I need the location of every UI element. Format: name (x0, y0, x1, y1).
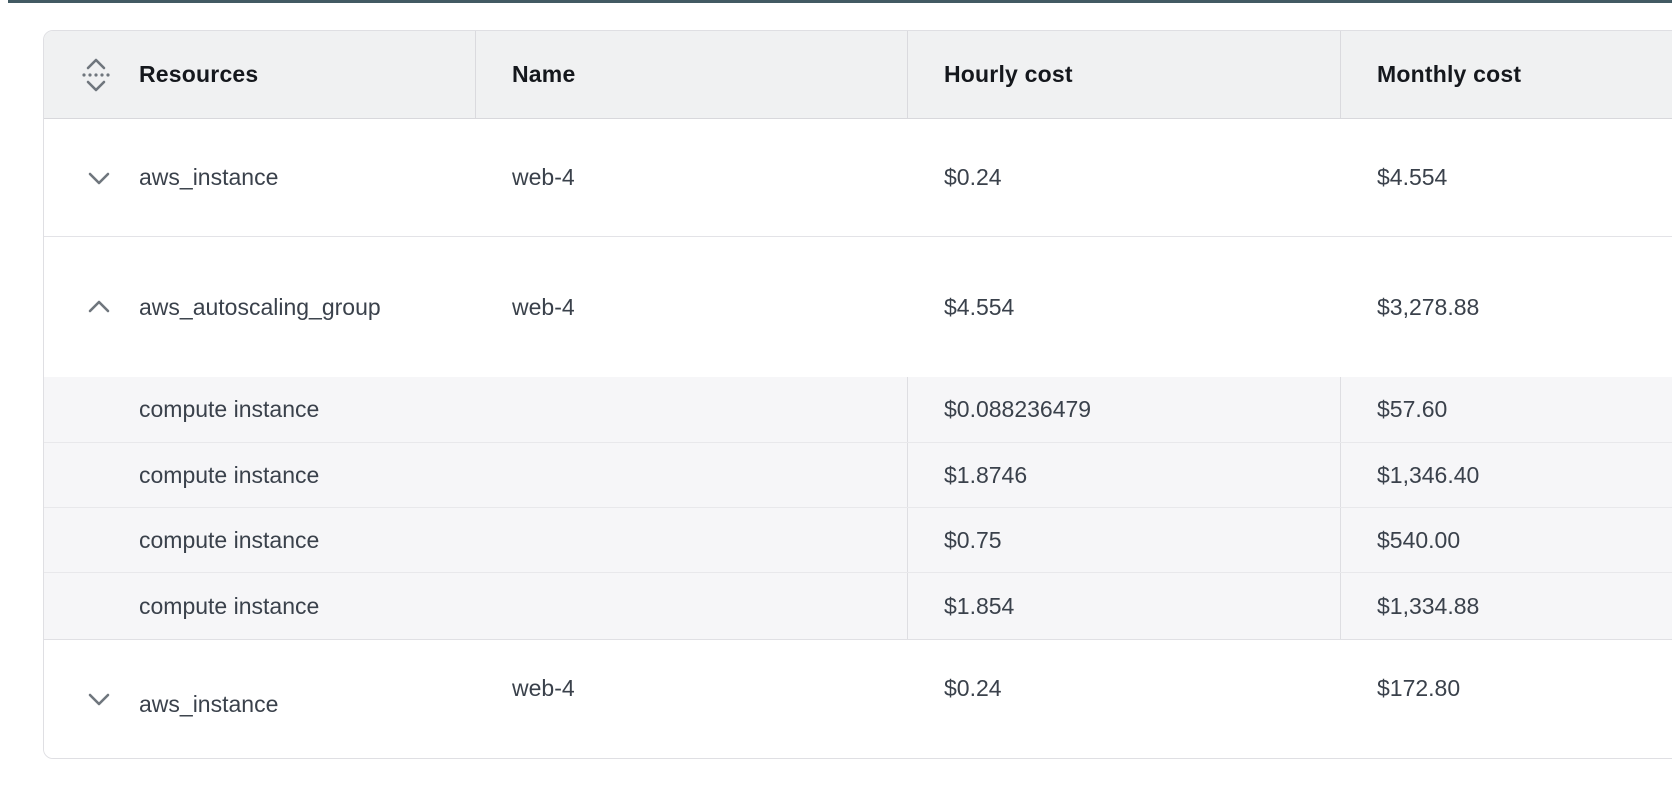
cost-component-row: compute instance $1.854 $1,334.88 (44, 572, 1672, 639)
resource-cell: aws_autoscaling_group (44, 237, 476, 377)
hourly-cost-cell: $0.088236479 (908, 377, 1341, 442)
cost-component-row: compute instance $0.088236479 $57.60 (44, 377, 1672, 442)
column-header-resources-label: Resources (139, 61, 258, 88)
cost-component-label: compute instance (44, 573, 908, 639)
hourly-cost-cell: $1.8746 (908, 443, 1341, 507)
resource-cell: aws_instance (44, 119, 476, 236)
resource-type-label: aws_instance (139, 164, 278, 191)
name-cell: web-4 (476, 237, 908, 377)
resource-type-label: aws_autoscaling_group (139, 294, 381, 321)
monthly-cost-cell: $1,334.88 (1341, 573, 1672, 639)
monthly-cost-cell: $57.60 (1341, 377, 1672, 442)
name-cell: web-4 (476, 640, 908, 758)
page: Resources Name Hourly cost Monthly cost … (0, 0, 1672, 797)
monthly-cost-cell: $3,278.88 (1341, 237, 1672, 377)
column-header-monthly-cost-label: Monthly cost (1377, 61, 1521, 88)
column-header-hourly-cost: Hourly cost (908, 31, 1341, 118)
hourly-cost-cell: $0.24 (908, 119, 1341, 236)
column-header-name-label: Name (512, 61, 575, 88)
monthly-cost-cell: $1,346.40 (1341, 443, 1672, 507)
resource-row[interactable]: aws_autoscaling_group web-4 $4.554 $3,27… (44, 236, 1672, 377)
resource-cell: aws_instance (44, 640, 476, 758)
hourly-cost-cell: $0.75 (908, 508, 1341, 572)
drag-sort-icon[interactable] (81, 55, 111, 95)
top-accent-bar (8, 0, 1672, 3)
cost-component-label: compute instance (44, 377, 908, 442)
cost-component-row: compute instance $1.8746 $1,346.40 (44, 442, 1672, 507)
chevron-down-icon[interactable] (81, 170, 116, 186)
hourly-cost-cell: $0.24 (908, 640, 1341, 758)
resource-row[interactable]: aws_instance web-4 $0.24 $4.554 (44, 119, 1672, 236)
table-header-row: Resources Name Hourly cost Monthly cost (44, 31, 1672, 119)
name-cell: web-4 (476, 119, 908, 236)
cost-component-row: compute instance $0.75 $540.00 (44, 507, 1672, 572)
hourly-cost-cell: $4.554 (908, 237, 1341, 377)
resource-row[interactable]: aws_instance web-4 $0.24 $172.80 (44, 639, 1672, 758)
resource-type-label: aws_instance (139, 691, 278, 718)
column-header-hourly-cost-label: Hourly cost (944, 61, 1073, 88)
cost-component-label: compute instance (44, 443, 908, 507)
monthly-cost-cell: $4.554 (1341, 119, 1672, 236)
hourly-cost-cell: $1.854 (908, 573, 1341, 639)
cost-breakdown-table: Resources Name Hourly cost Monthly cost … (43, 30, 1672, 759)
chevron-down-icon[interactable] (81, 691, 116, 707)
column-header-name: Name (476, 31, 908, 118)
chevron-up-icon[interactable] (81, 299, 116, 315)
column-header-monthly-cost: Monthly cost (1341, 31, 1672, 118)
monthly-cost-cell: $172.80 (1341, 640, 1672, 758)
monthly-cost-cell: $540.00 (1341, 508, 1672, 572)
cost-component-label: compute instance (44, 508, 908, 572)
column-header-resources: Resources (44, 31, 476, 118)
